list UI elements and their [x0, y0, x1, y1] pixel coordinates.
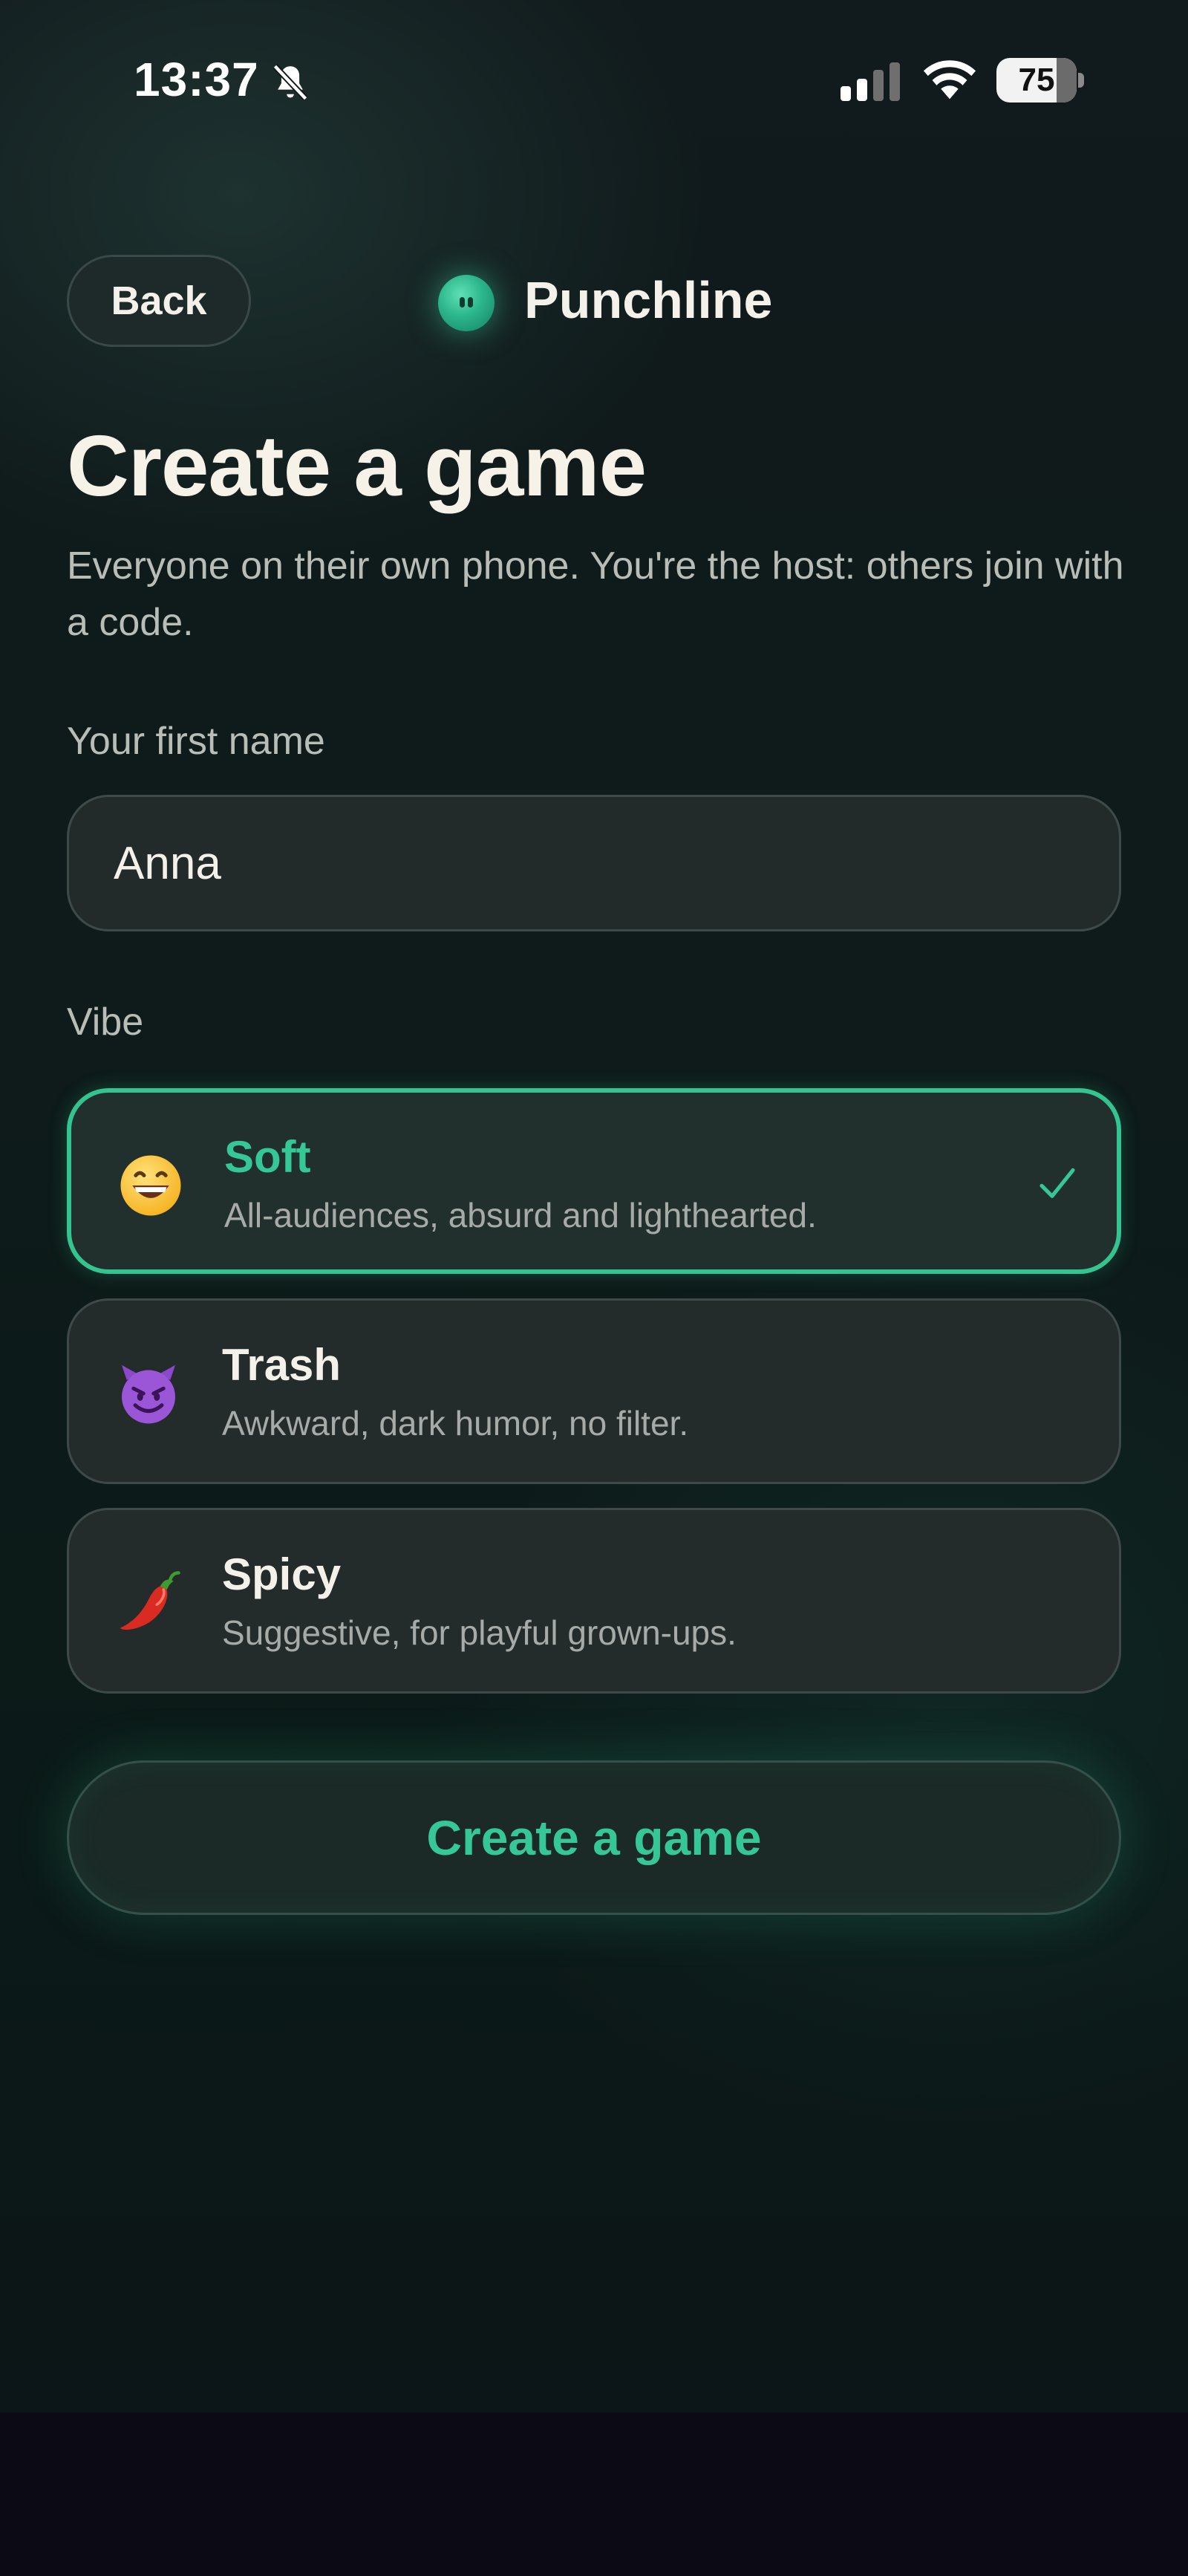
- bell-muted-icon: [272, 64, 308, 101]
- status-time: 13:37: [134, 53, 259, 106]
- vibe-description: Awkward, dark humor, no filter.: [222, 1404, 689, 1443]
- status-bar: 13:37 75: [0, 52, 1188, 111]
- vibe-description: All-audiences, absurd and lighthearted.: [224, 1196, 817, 1235]
- page-subtitle: Everyone on their own phone. You're the …: [67, 544, 1124, 644]
- app-screen: 13:37 75 Back Punchline Create a game Ev…: [0, 0, 1188, 2413]
- first-name-input[interactable]: [67, 795, 1121, 931]
- smiling-devil-icon: [122, 1365, 175, 1424]
- battery-indicator: 75: [996, 58, 1084, 103]
- vibe-label: Vibe: [67, 1001, 144, 1044]
- vibe-option-soft[interactable]: Soft All-audiences, absurd and lighthear…: [67, 1088, 1121, 1274]
- chili-pepper-icon: [120, 1571, 180, 1630]
- wifi-icon: [923, 60, 976, 100]
- brand-name: Punchline: [524, 271, 773, 329]
- page-title: Create a game: [67, 417, 647, 514]
- back-button[interactable]: Back: [67, 255, 251, 347]
- vibe-title: Spicy: [222, 1549, 342, 1599]
- vibe-title: Soft: [224, 1132, 311, 1182]
- vibe-option-spicy[interactable]: Spicy Suggestive, for playful grown-ups.: [67, 1508, 1121, 1694]
- punchline-logo-icon: [438, 275, 495, 331]
- create-game-button[interactable]: Create a game: [67, 1760, 1121, 1915]
- vibe-option-trash[interactable]: Trash Awkward, dark humor, no filter.: [67, 1298, 1121, 1484]
- checkmark-icon: [1040, 1168, 1075, 1198]
- battery-percentage: 75: [1018, 62, 1055, 98]
- vibe-description: Suggestive, for playful grown-ups.: [222, 1613, 737, 1652]
- vibe-title: Trash: [222, 1340, 342, 1390]
- grinning-face-icon: [120, 1155, 181, 1216]
- cellular-signal-icon: [841, 62, 900, 101]
- first-name-label: Your first name: [67, 720, 325, 763]
- bottom-safe-area: [0, 2413, 1188, 2576]
